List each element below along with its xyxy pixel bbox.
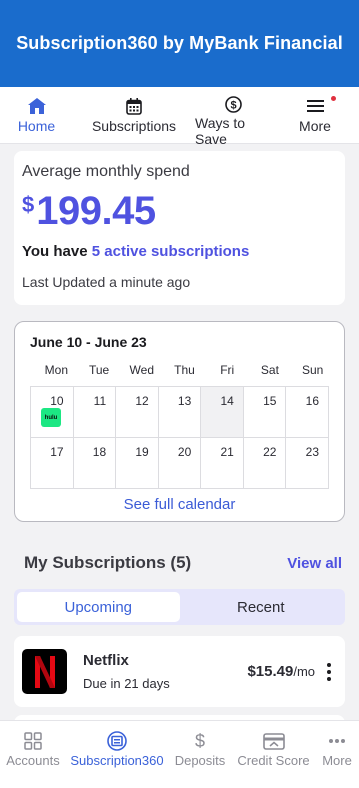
segment-upcoming[interactable]: Upcoming [17, 592, 180, 622]
price-value: $15.49 [247, 663, 294, 680]
tab-subscriptions-label: Subscriptions [91, 118, 177, 134]
bottom-nav-label: More [322, 753, 352, 768]
subscriptions-header: My Subscriptions (5) View all [24, 553, 342, 573]
calendar-day[interactable]: 11 [73, 387, 117, 438]
menu-icon [306, 96, 324, 116]
calendar-day[interactable]: 23 [286, 438, 329, 489]
day-number: 10 [50, 394, 64, 408]
last-updated: Last Updated a minute ago [22, 274, 191, 290]
segment-recent[interactable]: Recent [180, 592, 343, 622]
weekday-label: Wed [129, 363, 155, 377]
tab-ways-to-save-label: Ways to Save [195, 115, 246, 147]
dollar-circle-icon: $ [224, 96, 242, 113]
bottom-nav-label: Accounts [6, 753, 60, 768]
tab-more[interactable]: More [271, 87, 359, 143]
calendar-day[interactable]: 19 [116, 438, 159, 489]
svg-text:$: $ [195, 731, 205, 751]
svg-text:$: $ [230, 100, 236, 112]
calendar-day[interactable]: 21 [201, 438, 244, 489]
subs-prefix: You have [22, 243, 88, 260]
app-title: Subscription360 by MyBank Financial [16, 33, 343, 53]
calendar-day[interactable]: 15 [243, 387, 287, 438]
tab-more-label: More [299, 118, 331, 134]
day-number: 16 [305, 394, 319, 408]
calendar-day[interactable]: 16 [286, 387, 329, 438]
grid-icon [24, 731, 42, 751]
day-number: 15 [263, 394, 277, 408]
day-number: 11 [93, 394, 107, 408]
subscriptions-title: My Subscriptions (5) [24, 553, 192, 572]
weekday-header: Mon Tue Wed Thu Fri Sat Sun [30, 363, 329, 377]
day-number: 18 [92, 445, 107, 459]
calendar-day-today[interactable]: 14 [201, 387, 244, 438]
bottom-nav: Accounts Subscription360 $ Deposits Cred… [0, 720, 359, 788]
day-number: 13 [177, 394, 192, 408]
top-nav: Home Subscriptions $ Ways to Save More [0, 87, 359, 147]
bottom-nav-subscription360[interactable]: Subscription360 [66, 721, 168, 788]
card-icon [262, 731, 285, 751]
weekday-label: Sun [301, 363, 324, 377]
tab-ways-to-save[interactable]: $ Ways to Save [195, 87, 271, 147]
bottom-nav-label: Deposits [174, 753, 226, 768]
calendar-day[interactable]: 12 [116, 387, 159, 438]
calendar-day[interactable]: 22 [243, 438, 287, 489]
day-number: 17 [50, 445, 64, 459]
calendar-day[interactable]: 17 [31, 438, 74, 489]
more-options-icon[interactable] [327, 662, 331, 681]
dots-icon [328, 731, 346, 751]
calendar-day[interactable]: 18 [73, 438, 117, 489]
day-number: 19 [135, 445, 149, 459]
calendar-day[interactable]: 10 hulu [31, 387, 74, 438]
price-period: /mo [293, 664, 315, 679]
subscription-meta: Netflix Due in 21 days [83, 652, 247, 691]
calendar-day[interactable]: 13 [158, 387, 202, 438]
tab-home[interactable]: Home [0, 87, 73, 143]
tab-home-label: Home [17, 118, 56, 134]
home-icon [27, 96, 46, 116]
calendar-grid: 10 hulu 11 12 13 14 15 16 17 18 19 20 21… [30, 386, 329, 489]
weekday-label: Tue [88, 363, 110, 377]
active-subscriptions-link[interactable]: 5 active subscriptions [92, 243, 250, 260]
calendar-range: June 10 - June 23 [30, 334, 147, 350]
day-number: 21 [220, 445, 234, 459]
weekday-label: Mon [44, 363, 69, 377]
tab-subscriptions[interactable]: Subscriptions [73, 87, 195, 143]
day-number: 20 [177, 445, 192, 459]
bottom-nav-deposits[interactable]: $ Deposits [168, 721, 232, 788]
spend-value: 199.45 [36, 189, 156, 233]
calendar-card: June 10 - June 23 Mon Tue Wed Thu Fri Sa… [14, 321, 345, 522]
spend-amount: $ 199.45 [22, 189, 337, 233]
netflix-logo-icon [22, 649, 67, 694]
subscriptions-segmented-control: Upcoming Recent [14, 589, 345, 625]
bottom-nav-label: Credit Score [237, 753, 310, 768]
bottom-nav-credit-score[interactable]: Credit Score [232, 721, 315, 788]
bottom-nav-more[interactable]: More [315, 721, 359, 788]
day-number: 12 [135, 394, 149, 408]
subscription-name: Netflix [83, 652, 129, 669]
bottom-nav-accounts[interactable]: Accounts [0, 721, 66, 788]
subscription-price: $15.49/mo [247, 663, 315, 680]
day-number: 23 [305, 445, 319, 459]
weekday-label: Thu [174, 363, 195, 377]
subscription-due: Due in 21 days [83, 676, 170, 691]
currency-symbol: $ [22, 192, 35, 217]
day-number: 14 [220, 394, 234, 408]
calendar-icon [126, 96, 142, 116]
app-header: Subscription360 by MyBank Financial [0, 0, 359, 87]
see-full-calendar-link[interactable]: See full calendar [30, 496, 329, 513]
subscription-icon [107, 731, 127, 751]
dollar-icon: $ [193, 731, 207, 751]
weekday-label: Sat [260, 363, 279, 377]
notification-dot [331, 96, 336, 101]
bottom-nav-label: Subscription360 [70, 753, 164, 768]
view-all-link[interactable]: View all [287, 555, 342, 572]
spend-label: Average monthly spend [22, 163, 190, 180]
subscription-item[interactable]: Netflix Due in 21 days $15.49/mo [14, 636, 345, 707]
day-number: 22 [263, 445, 277, 459]
active-subscriptions-text: You have 5 active subscriptions [22, 243, 337, 260]
spend-card: Average monthly spend $ 199.45 You have … [14, 151, 345, 305]
weekday-label: Fri [220, 363, 235, 377]
calendar-day[interactable]: 20 [158, 438, 202, 489]
hulu-event-icon[interactable]: hulu [41, 408, 61, 427]
